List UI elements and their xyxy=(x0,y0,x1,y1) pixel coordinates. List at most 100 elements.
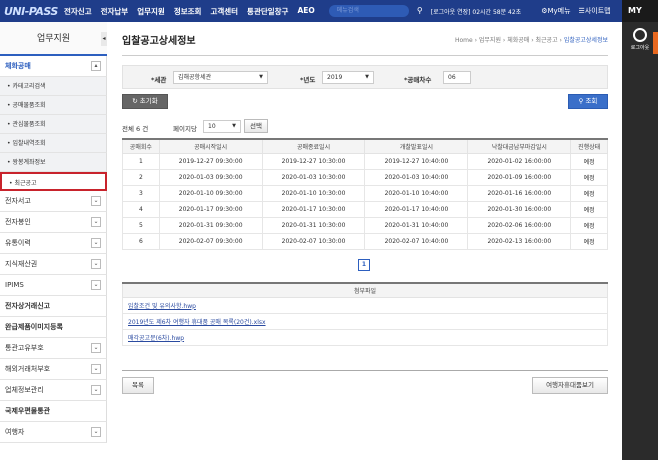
auction-schedule-table: 공매회수 공매시작일시 공매종료일시 개찰발표일시 낙찰대금납부마감일시 진행상태 1 201… xyxy=(122,138,608,250)
sitemap-link[interactable]: ☰사이트맵 xyxy=(579,6,611,16)
sidebar-item[interactable]: 전자상거래신고 xyxy=(0,296,107,317)
chevron-down-icon[interactable]: ⌄ xyxy=(91,364,101,374)
sidebar-subitem[interactable]: • 왕봉계좌정보 xyxy=(0,153,107,172)
menu-search-input[interactable]: 메뉴검색 ⚲ xyxy=(328,5,423,17)
panel-toggle-tab[interactable] xyxy=(653,32,658,54)
table-cell: 예정 xyxy=(570,216,608,234)
per-page-value: 10 xyxy=(208,123,216,130)
attachment-link[interactable]: 매각공고문(6차).hwp xyxy=(128,335,184,342)
table-cell: 2 xyxy=(122,168,160,186)
sidebar-section-label: 체화공매 xyxy=(5,62,31,70)
reset-button[interactable]: ↻ 초기화 xyxy=(122,94,168,109)
chevron-down-icon[interactable]: ⌄ xyxy=(91,343,101,353)
breadcrumb-item[interactable]: Home xyxy=(455,37,473,44)
nav-item[interactable]: 고객센터 xyxy=(210,6,238,17)
sidebar-item-label: IPIMS xyxy=(5,281,24,289)
chevron-down-icon[interactable]: ⌄ xyxy=(91,217,101,227)
table-cell: 1 xyxy=(122,152,160,170)
reset-label: 초기화 xyxy=(139,97,158,105)
sidebar-item[interactable]: 전자서고 ⌄ xyxy=(0,191,107,212)
nav-item[interactable]: 전자신고 xyxy=(64,6,92,17)
round-input[interactable]: 06 xyxy=(443,71,471,84)
table-cell: 2019-12-27 10:30:00 xyxy=(261,152,366,170)
session-timer[interactable]: [로그아웃 연장] 02시간 58분 42초 xyxy=(431,7,521,16)
sidebar-subitem[interactable]: • 공매물품조회 xyxy=(0,96,107,115)
sidebar-item[interactable]: 업체정보관리 ⌄ xyxy=(0,380,107,401)
chevron-down-icon[interactable]: ⌄ xyxy=(91,196,101,206)
breadcrumb-item[interactable]: 업무지원 xyxy=(479,37,501,44)
unipass-logo[interactable]: UNI-PASS xyxy=(4,5,64,18)
divider xyxy=(122,370,608,371)
sidebar-item[interactable]: IPIMS ⌄ xyxy=(0,275,107,296)
attachment-row: 입찰조건 및 유의사항.hwp xyxy=(122,296,608,314)
nav-item[interactable]: AEO xyxy=(297,6,314,17)
sidebar-subitem[interactable]: • 카테고리검색 xyxy=(0,77,107,96)
nav-item[interactable]: 정보조회 xyxy=(174,6,202,17)
select-button[interactable]: 선택 xyxy=(244,119,268,133)
main-menu: 전자신고 전자납부 업무지원 정보조회 고객센터 통관단일창구 AEO xyxy=(64,6,315,17)
column-header: 개찰발표일시 xyxy=(364,138,469,154)
nav-item[interactable]: 전자납부 xyxy=(101,6,129,17)
sidebar-item[interactable]: 여행자 ⌄ xyxy=(0,422,107,443)
page-1-button[interactable]: 1 xyxy=(358,259,370,271)
sidebar-section-auction[interactable]: 체화공매 ▴ xyxy=(0,56,107,77)
sidebar-item[interactable]: 국제우편물통관 xyxy=(0,401,107,422)
nav-item[interactable]: 통관단일창구 xyxy=(247,6,288,17)
sidebar-item-label: 해외거래처부호 xyxy=(5,365,51,373)
sidebar-title-text: 업무지원 xyxy=(36,34,71,44)
table-row: 6 2020-02-07 09:30:00 2020-02-07 10:30:00 2… xyxy=(122,232,608,250)
search-button[interactable]: ⚲ 조회 xyxy=(568,94,608,109)
table-cell: 2020-02-13 16:00:00 xyxy=(467,232,572,250)
customs-select[interactable]: 김해공항세관 ▼ xyxy=(173,71,268,84)
sidebar-subitem-label: 공매물품조회 xyxy=(12,102,46,109)
chevron-up-icon[interactable]: ▴ xyxy=(91,61,101,71)
per-page-label: 페이지당 xyxy=(173,125,197,133)
attachment-link[interactable]: 입찰조건 및 유의사항.hwp xyxy=(128,303,196,310)
sidebar-item[interactable]: 통관고유부호 ⌄ xyxy=(0,338,107,359)
attachment-link[interactable]: 2019년도 제6차 여행자 휴대품 공매 목록(20건).xlsx xyxy=(128,319,266,326)
chevron-down-icon[interactable]: ⌄ xyxy=(91,259,101,269)
breadcrumb-item[interactable]: 입찰공고상세정보 xyxy=(564,37,608,44)
my-menu-link[interactable]: ⚙My메뉴 xyxy=(541,6,570,16)
sidebar: 업무지원 ◂ 체화공매 ▴ • 카테고리검색 • 공매물품조회 • 관심물품조회 • 입찰… xyxy=(0,22,107,443)
chevron-down-icon[interactable]: ⌄ xyxy=(91,238,101,248)
table-cell: 2020-01-03 10:40:00 xyxy=(364,168,469,186)
table-cell: 2019-12-27 10:40:00 xyxy=(364,152,469,170)
view-traveler-goods-button[interactable]: 여행자휴대품보기 xyxy=(532,377,608,394)
column-header: 공매회수 xyxy=(122,138,160,154)
my-button[interactable]: MY xyxy=(622,0,658,22)
nav-item[interactable]: 업무지원 xyxy=(137,6,165,17)
select-label: 선택 xyxy=(250,122,262,130)
table-cell: 2020-01-10 09:30:00 xyxy=(158,184,263,202)
sidebar-item[interactable]: 유통이력 ⌄ xyxy=(0,233,107,254)
sidebar-subitem[interactable]: • 입찰내역조회 xyxy=(0,134,107,153)
search-icon[interactable]: ⚲ xyxy=(417,5,423,17)
sidebar-subitem[interactable]: • 관심물품조회 xyxy=(0,115,107,134)
sidebar-subitem-label: 관심물품조회 xyxy=(12,121,46,128)
table-row: 2 2020-01-03 09:30:00 2020-01-03 10:30:00 2… xyxy=(122,168,608,186)
year-select[interactable]: 2019 ▼ xyxy=(322,71,374,84)
list-label: 목록 xyxy=(132,381,144,389)
year-label: *년도 xyxy=(300,76,316,84)
power-icon xyxy=(633,28,647,42)
sidebar-subitem[interactable]: • 최근공고 xyxy=(0,172,107,191)
chevron-down-icon[interactable]: ⌄ xyxy=(91,427,101,437)
sidebar-item[interactable]: 완급제품이미지등록 xyxy=(0,317,107,338)
chevron-down-icon[interactable]: ⌄ xyxy=(91,280,101,290)
table-cell: 2020-02-07 10:30:00 xyxy=(261,232,366,250)
divider xyxy=(122,55,608,56)
per-page-select[interactable]: 10 ▼ xyxy=(203,120,241,133)
collapse-sidebar-icon[interactable]: ◂ xyxy=(101,32,107,46)
sidebar-item[interactable]: 전자봉인 ⌄ xyxy=(0,212,107,233)
sidebar-item[interactable]: 지식재산권 ⌄ xyxy=(0,254,107,275)
table-cell: 5 xyxy=(122,216,160,234)
breadcrumb-item[interactable]: 최근공고 xyxy=(536,37,558,44)
table-cell: 2020-02-06 16:00:00 xyxy=(467,216,572,234)
sidebar-item[interactable]: 해외거래처부호 ⌄ xyxy=(0,359,107,380)
sidebar-item-label: 국제우편물통관 xyxy=(5,407,51,415)
breadcrumb-item[interactable]: 체화공매 xyxy=(507,37,529,44)
chevron-down-icon[interactable]: ⌄ xyxy=(91,385,101,395)
table-cell: 예정 xyxy=(570,232,608,250)
list-button[interactable]: 목록 xyxy=(122,377,154,394)
table-cell: 2019-12-27 09:30:00 xyxy=(158,152,263,170)
